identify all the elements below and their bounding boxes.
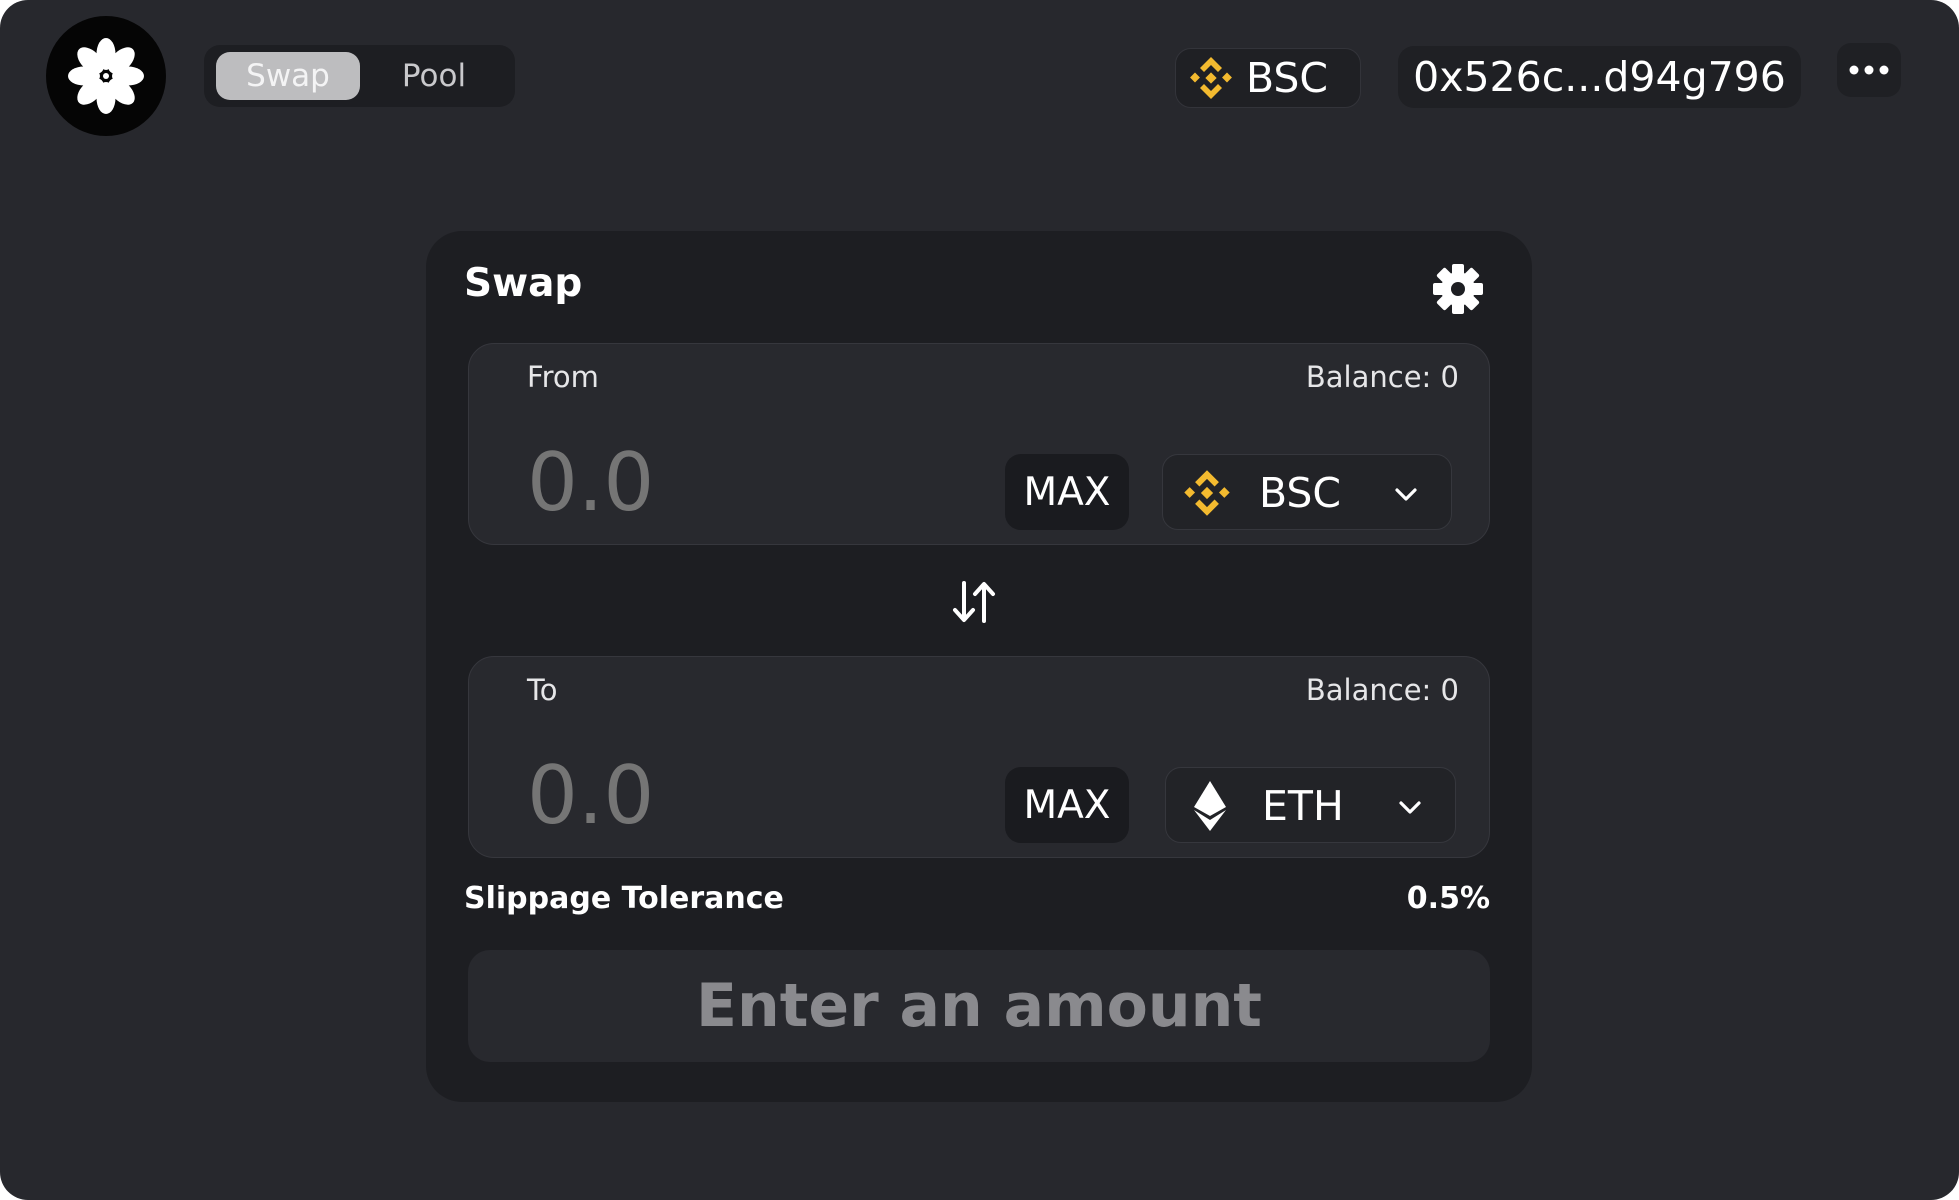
tab-swap[interactable]: Swap xyxy=(216,52,360,100)
app-logo[interactable] xyxy=(46,16,166,136)
more-dots-icon xyxy=(1849,65,1889,75)
gear-icon[interactable] xyxy=(1432,263,1484,315)
to-amount-input[interactable] xyxy=(527,745,947,845)
chevron-down-icon xyxy=(1395,488,1417,501)
to-balance: Balance: 0 xyxy=(1305,673,1459,707)
from-label: From xyxy=(527,360,599,394)
slippage-value[interactable]: 0.5% xyxy=(1407,881,1490,916)
to-label: To xyxy=(527,673,558,707)
bnb-icon xyxy=(1181,467,1233,519)
card-title: Swap xyxy=(464,261,583,306)
from-token-selector[interactable]: BSC xyxy=(1162,454,1452,530)
bnb-icon xyxy=(1186,53,1236,103)
slippage-label: Slippage Tolerance xyxy=(464,881,784,916)
wallet-address-button[interactable]: 0x526c...d94g796 xyxy=(1398,46,1801,108)
to-panel: To Balance: 0 MAX ETH xyxy=(468,656,1490,858)
from-balance: Balance: 0 xyxy=(1305,360,1459,394)
to-token-selector[interactable]: ETH xyxy=(1165,767,1456,843)
to-max-button[interactable]: MAX xyxy=(1005,767,1129,843)
from-amount-input[interactable] xyxy=(527,432,947,532)
network-selector[interactable]: BSC xyxy=(1175,48,1361,108)
from-max-button[interactable]: MAX xyxy=(1005,454,1129,530)
tab-pool[interactable]: Pool xyxy=(372,52,496,100)
from-token-label: BSC xyxy=(1259,469,1342,517)
submit-button[interactable]: Enter an amount xyxy=(468,950,1490,1062)
chevron-down-icon xyxy=(1399,801,1421,814)
swap-direction-icon[interactable] xyxy=(949,575,999,629)
nav-tabs: Swap Pool xyxy=(204,45,515,107)
to-token-label: ETH xyxy=(1262,782,1344,830)
network-label: BSC xyxy=(1246,54,1329,102)
eth-icon xyxy=(1184,780,1236,832)
from-panel: From Balance: 0 MAX BSC xyxy=(468,343,1490,545)
more-button[interactable] xyxy=(1837,43,1901,97)
swap-card: Swap From Balance: 0 MAX xyxy=(426,231,1532,1102)
app-window: Swap Pool BSC 0x526c...d94g796 Swap From… xyxy=(0,0,1959,1200)
flower-logo-icon xyxy=(68,38,144,114)
